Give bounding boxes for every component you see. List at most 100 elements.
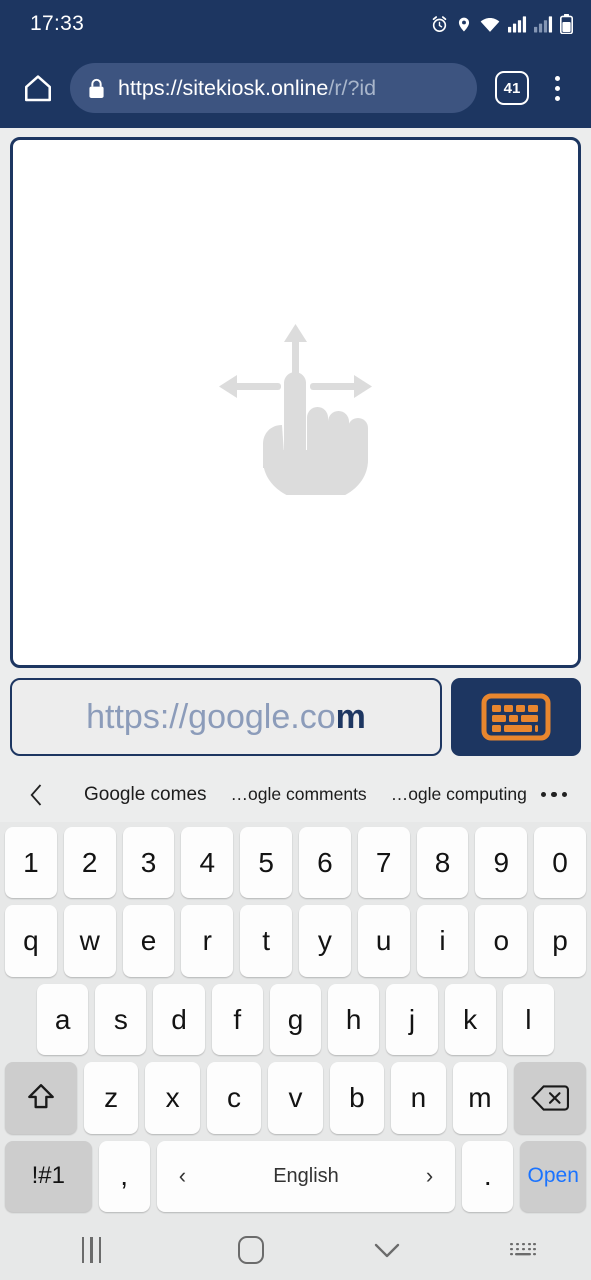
keyboard-row-bottom: z x c v b n m (5, 1062, 586, 1134)
key-u[interactable]: u (357, 905, 410, 977)
home-icon (25, 75, 51, 102)
phone-screen: 17:33 https://sitekiosk.online/r/?id 41 … (0, 0, 591, 1280)
status-bar: 17:33 (0, 0, 591, 48)
address-secure-part: https://sitekiosk.online (118, 75, 329, 100)
key-o[interactable]: o (475, 905, 528, 977)
key-h[interactable]: h (328, 983, 380, 1056)
key-4[interactable]: 4 (181, 827, 234, 899)
address-path-part: /r/?id (328, 75, 377, 100)
key-s[interactable]: s (95, 983, 147, 1056)
keyboard-row-home: a s d f g h j k l (5, 983, 586, 1056)
period-key[interactable]: . (462, 1140, 514, 1213)
key-f[interactable]: f (211, 983, 263, 1056)
key-v[interactable]: v (268, 1062, 323, 1134)
signal-icon (508, 16, 527, 33)
android-navigation-bar (0, 1220, 591, 1280)
url-input-suggestion: https://google.co (86, 697, 336, 736)
kiosk-page: https://google.com (0, 128, 591, 767)
signal-secondary-icon (534, 16, 553, 33)
key-j[interactable]: j (386, 983, 438, 1056)
key-0[interactable]: 0 (534, 827, 586, 899)
key-i[interactable]: i (416, 905, 469, 977)
key-3[interactable]: 3 (122, 827, 175, 899)
gesture-touchpad-area[interactable] (10, 137, 581, 668)
tab-switcher-button[interactable]: 41 (495, 71, 529, 105)
on-screen-keyboard: 1 2 3 4 5 6 7 8 9 0 q w e r t y u i o p … (0, 822, 591, 1220)
keyboard-row-function: !#1 , ‹ English › . Open (5, 1140, 586, 1213)
swipe-gesture-hand-icon (219, 324, 372, 495)
more-dot (561, 791, 567, 798)
shift-arrow-icon (28, 1083, 54, 1109)
symbols-key[interactable]: !#1 (5, 1140, 92, 1213)
key-n[interactable]: n (391, 1062, 446, 1134)
key-a[interactable]: a (37, 983, 89, 1056)
key-b[interactable]: b (329, 1062, 385, 1134)
key-g[interactable]: g (269, 983, 322, 1056)
url-input-typed: m (335, 697, 366, 736)
comma-key[interactable]: , (98, 1140, 150, 1213)
key-p[interactable]: p (534, 905, 586, 977)
more-dot (551, 791, 557, 798)
alarm-icon (432, 15, 447, 32)
key-w[interactable]: w (63, 905, 116, 977)
key-c[interactable]: c (206, 1062, 262, 1134)
ime-suggestion-1[interactable]: …ogle comments (219, 784, 379, 805)
kebab-dot (554, 85, 560, 91)
key-6[interactable]: 6 (299, 827, 351, 899)
key-1[interactable]: 1 (5, 827, 57, 899)
nav-recents-button[interactable] (0, 1237, 183, 1263)
space-key[interactable]: ‹ English › (156, 1140, 456, 1213)
key-m[interactable]: m (452, 1062, 508, 1134)
ime-more-suggestions-button[interactable] (540, 791, 576, 798)
chevron-left-icon (30, 783, 41, 806)
switch-keyboard-button[interactable] (455, 1241, 591, 1260)
keyboard-row-top: q w e r t y u i o p (5, 905, 586, 977)
key-8[interactable]: 8 (416, 827, 469, 899)
space-key-language-label: English (273, 1164, 339, 1187)
shift-key[interactable] (5, 1062, 77, 1134)
ime-suggestion-bar: Google comes …ogle comments …ogle comput… (0, 767, 591, 822)
key-y[interactable]: y (299, 905, 351, 977)
ime-back-button[interactable] (16, 783, 56, 807)
keyboard-icon (481, 693, 551, 741)
key-q[interactable]: q (5, 905, 57, 977)
home-square-icon (238, 1236, 265, 1264)
lock-icon (89, 78, 104, 98)
key-l[interactable]: l (502, 983, 554, 1056)
key-r[interactable]: r (181, 905, 234, 977)
keyboard-row-numbers: 1 2 3 4 5 6 7 8 9 0 (5, 827, 586, 899)
address-bar-text: https://sitekiosk.online/r/?id (118, 76, 376, 101)
url-input[interactable]: https://google.com (10, 678, 442, 756)
recents-bar (81, 1237, 85, 1263)
wifi-icon (480, 17, 500, 33)
key-2[interactable]: 2 (63, 827, 116, 899)
location-icon (458, 17, 470, 31)
chevron-left-icon[interactable]: ‹ (179, 1163, 186, 1189)
key-z[interactable]: z (83, 1062, 139, 1134)
ime-suggestion-2[interactable]: …ogle computing (379, 784, 539, 805)
keyboard-toggle-button[interactable] (451, 678, 581, 756)
key-x[interactable]: x (145, 1062, 200, 1134)
chevron-right-icon[interactable]: › (426, 1163, 433, 1189)
url-entry-row: https://google.com (10, 678, 581, 767)
key-e[interactable]: e (122, 905, 175, 977)
home-button[interactable] (14, 64, 62, 112)
kebab-dot (554, 95, 560, 101)
nav-home-button[interactable] (183, 1236, 319, 1264)
browser-menu-button[interactable] (537, 66, 577, 110)
recents-bar (98, 1237, 102, 1263)
ime-suggestion-0[interactable]: Google comes (72, 784, 219, 806)
kebab-dot (554, 75, 560, 81)
key-t[interactable]: t (240, 905, 292, 977)
browser-chrome: 17:33 https://sitekiosk.online/r/?id 41 (0, 0, 591, 128)
key-5[interactable]: 5 (240, 827, 292, 899)
open-key[interactable]: Open (520, 1140, 586, 1213)
backspace-key[interactable] (514, 1062, 586, 1134)
key-d[interactable]: d (153, 983, 205, 1056)
address-bar[interactable]: https://sitekiosk.online/r/?id (70, 63, 477, 113)
key-k[interactable]: k (444, 983, 496, 1056)
key-7[interactable]: 7 (357, 827, 410, 899)
hide-keyboard-button[interactable] (319, 1242, 455, 1259)
key-9[interactable]: 9 (475, 827, 528, 899)
recents-icon (81, 1237, 102, 1263)
